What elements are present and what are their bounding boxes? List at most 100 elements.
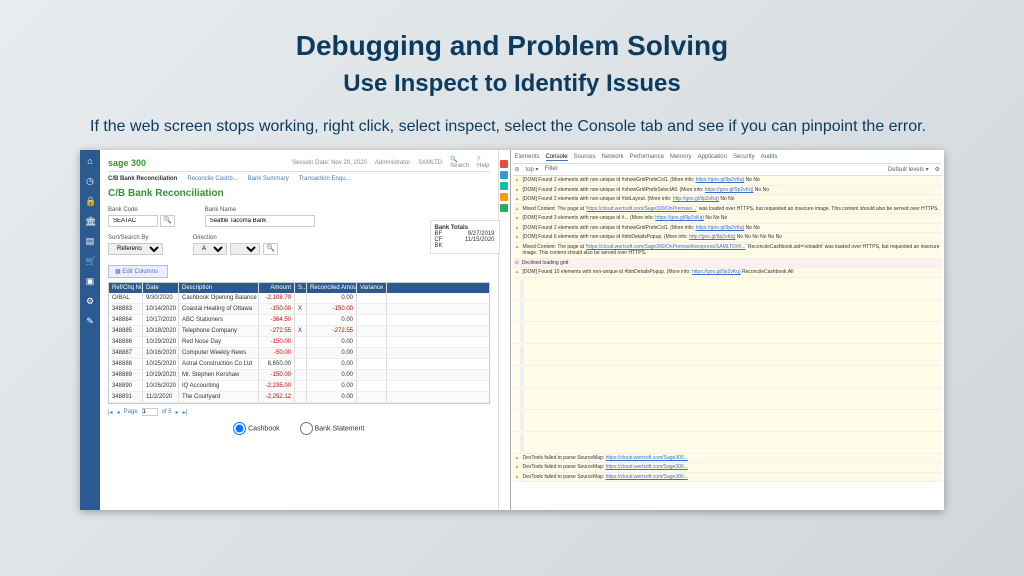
column-header[interactable]: Date	[143, 283, 179, 293]
user-name[interactable]: Administrator	[375, 160, 410, 166]
help-icon[interactable]: ?Help	[477, 157, 489, 169]
bank-statement-radio[interactable]: Bank Statement	[300, 422, 365, 435]
devtools-tab-sources[interactable]: Sources	[574, 154, 596, 161]
log-link[interactable]: https://cloud.wertsoft.com/Sage300/OnPre…	[586, 206, 696, 212]
company-name[interactable]: SAMLTD	[418, 160, 442, 166]
direction-select[interactable]: Asc	[193, 243, 227, 255]
log-link[interactable]: https://goo.gl/9p2vKq)	[692, 269, 741, 275]
console-log-row[interactable]	[513, 278, 943, 300]
column-header[interactable]: S...	[295, 283, 307, 293]
devtools-tab-memory[interactable]: Memory	[670, 154, 692, 161]
bank-icon[interactable]: 🏛	[85, 216, 95, 226]
bank-name-input[interactable]	[205, 215, 315, 227]
devtools-tab-console[interactable]: Console	[546, 154, 568, 161]
console-filter[interactable]: Filter	[545, 166, 558, 173]
first-page-icon[interactable]: |◂	[108, 409, 113, 416]
log-link[interactable]: https://cloud.wertsoft.com/Sage300...	[606, 474, 688, 480]
last-page-icon[interactable]: ▸|	[183, 409, 188, 416]
console-log-row[interactable]: ▲[DOM] Found 2 elements with non-unique …	[513, 224, 943, 234]
breadcrumb-item[interactable]: C/B Bank Reconciliation	[108, 176, 177, 182]
gear-icon[interactable]: ⚙	[85, 296, 95, 306]
console-log-row[interactable]	[513, 322, 943, 344]
breadcrumb-item[interactable]: Transaction Enqu...	[299, 176, 351, 182]
log-link[interactable]: http://goo.gl/9p2vKq)	[689, 234, 735, 240]
table-row[interactable]: 34888310/14/2020Coastal Heating of Ottaw…	[109, 304, 489, 315]
console-settings-icon[interactable]: ⚙	[935, 166, 940, 173]
console-top-label[interactable]: top ▾	[526, 166, 539, 173]
devtools-tab-performance[interactable]: Performance	[630, 154, 664, 161]
prev-page-icon[interactable]: ◂	[117, 409, 120, 416]
devtools-tab-network[interactable]: Network	[602, 154, 624, 161]
lookup-icon[interactable]: 🔍	[160, 215, 175, 227]
devtools-tab-application[interactable]: Application	[698, 154, 727, 161]
log-link[interactable]: https://goo.gl/9p2vKq)	[696, 225, 745, 231]
clock-icon[interactable]: ◷	[85, 176, 95, 186]
devtools-tab-security[interactable]: Security	[733, 154, 755, 161]
table-row[interactable]: 34888710/16/2020Computer Weekly News-50.…	[109, 348, 489, 359]
console-log-row[interactable]: ▲Mixed Content: The page at 'https://clo…	[513, 205, 943, 215]
utility-dot[interactable]	[500, 204, 508, 212]
filter-select[interactable]: All	[230, 243, 260, 255]
console-log-row[interactable]	[513, 344, 943, 366]
console-log-row[interactable]	[513, 432, 943, 454]
console-log-row[interactable]	[513, 300, 943, 322]
log-link[interactable]: https://goo.gl/9p2vKq)	[655, 215, 704, 221]
log-link[interactable]: https://cloud.wertsoft.com/Sage300...	[606, 455, 688, 461]
utility-dot[interactable]	[500, 171, 508, 179]
console-log-row[interactable]: ▲[DOM] Found 2 elements with non-unique …	[513, 195, 943, 205]
column-header[interactable]: Variance	[357, 283, 387, 293]
devtools-tab-elements[interactable]: Elements	[515, 154, 540, 161]
console-log-row[interactable]: ▲[DOM] Found 2 elements with non-unique …	[513, 186, 943, 196]
log-link[interactable]: https://cloud.wertsoft.com/Sage300/OnPre…	[586, 244, 745, 250]
utility-dot[interactable]	[500, 193, 508, 201]
book-icon[interactable]: ▤	[85, 236, 95, 246]
console-log-row[interactable]	[513, 410, 943, 432]
log-levels[interactable]: Default levels ▾	[888, 166, 929, 173]
folder-icon[interactable]: ▣	[85, 276, 95, 286]
table-row[interactable]: 34888810/25/2020Astral Construction Co L…	[109, 359, 489, 370]
tool-icon[interactable]: ✎	[85, 316, 95, 326]
lock-icon[interactable]: 🔒	[85, 196, 95, 206]
cart-icon[interactable]: 🛒	[85, 256, 95, 266]
table-row[interactable]: O/BAL9/30/2020Cashbook Opening Balance-2…	[109, 293, 489, 304]
console-log-row[interactable]: ▲[DOM] Found 3 elements with non-unique …	[513, 214, 943, 224]
console-log-row[interactable]: ▲DevTools failed to parse SourceMap: htt…	[513, 473, 943, 483]
cashbook-radio[interactable]: Cashbook	[233, 422, 279, 435]
log-link[interactable]: https://goo.gl/9p2vKq)	[705, 187, 754, 193]
page-input[interactable]	[142, 408, 158, 416]
table-row[interactable]: 34888410/17/2020ABC Stationers-364.500.0…	[109, 315, 489, 326]
console-log-row[interactable]: ⊗Declined loading grid	[513, 259, 943, 269]
console-log-row[interactable]	[513, 366, 943, 388]
console-log-row[interactable]: ▲[DOM] Found 6 elements with non-unique …	[513, 233, 943, 243]
next-page-icon[interactable]: ▸	[176, 409, 179, 416]
console-log-row[interactable]: ▲DevTools failed to parse SourceMap: htt…	[513, 463, 943, 473]
search-icon[interactable]: 🔍Search	[450, 156, 469, 169]
table-row[interactable]: 34888610/29/2020Red Nose Day-150.000.00	[109, 337, 489, 348]
breadcrumb-item[interactable]: Bank Summary	[248, 176, 289, 182]
search-button[interactable]: 🔍	[263, 243, 278, 255]
table-row[interactable]: 34889111/2/2020The Courtyard-2,252.120.0…	[109, 392, 489, 403]
column-header[interactable]: Amount	[259, 283, 295, 293]
log-link[interactable]: http://goo.gl/9p2vKq)	[673, 196, 719, 202]
home-icon[interactable]: ⌂	[85, 156, 95, 166]
clear-console-icon[interactable]: ⊘	[515, 166, 520, 173]
console-log-row[interactable]	[513, 388, 943, 410]
devtools-tab-audits[interactable]: Audits	[761, 154, 778, 161]
table-row[interactable]: 34888910/19/2020Mr. Stephen Kershaw-150.…	[109, 370, 489, 381]
breadcrumb-item[interactable]: Reconcile Cashb...	[187, 176, 237, 182]
console-log-row[interactable]: ▲[DOM] Found 10 elements with non-unique…	[513, 268, 943, 278]
bank-code-input[interactable]	[108, 215, 158, 227]
sort-select[interactable]: Reference	[108, 243, 163, 255]
column-header[interactable]: Reconciled Amount	[307, 283, 357, 293]
table-row[interactable]: 34888510/18/2020Telephone Company-272.55…	[109, 326, 489, 337]
log-link[interactable]: https://goo.gl/9p2vKq)	[696, 177, 745, 183]
console-log-row[interactable]: ▲Mixed Content: The page at 'https://clo…	[513, 243, 943, 259]
log-link[interactable]: https://cloud.wertsoft.com/Sage300...	[606, 464, 688, 470]
edit-columns-button[interactable]: ▦ Edit Columns	[108, 265, 168, 278]
console-log-row[interactable]: ▲DevTools failed to parse SourceMap: htt…	[513, 454, 943, 464]
console-log-row[interactable]: ▲[DOM] Found 2 elements with non-unique …	[513, 176, 943, 186]
utility-dot[interactable]	[500, 160, 508, 168]
column-header[interactable]: Ref/Chq Nu...	[109, 283, 143, 293]
utility-dot[interactable]	[500, 182, 508, 190]
column-header[interactable]: Description	[179, 283, 259, 293]
